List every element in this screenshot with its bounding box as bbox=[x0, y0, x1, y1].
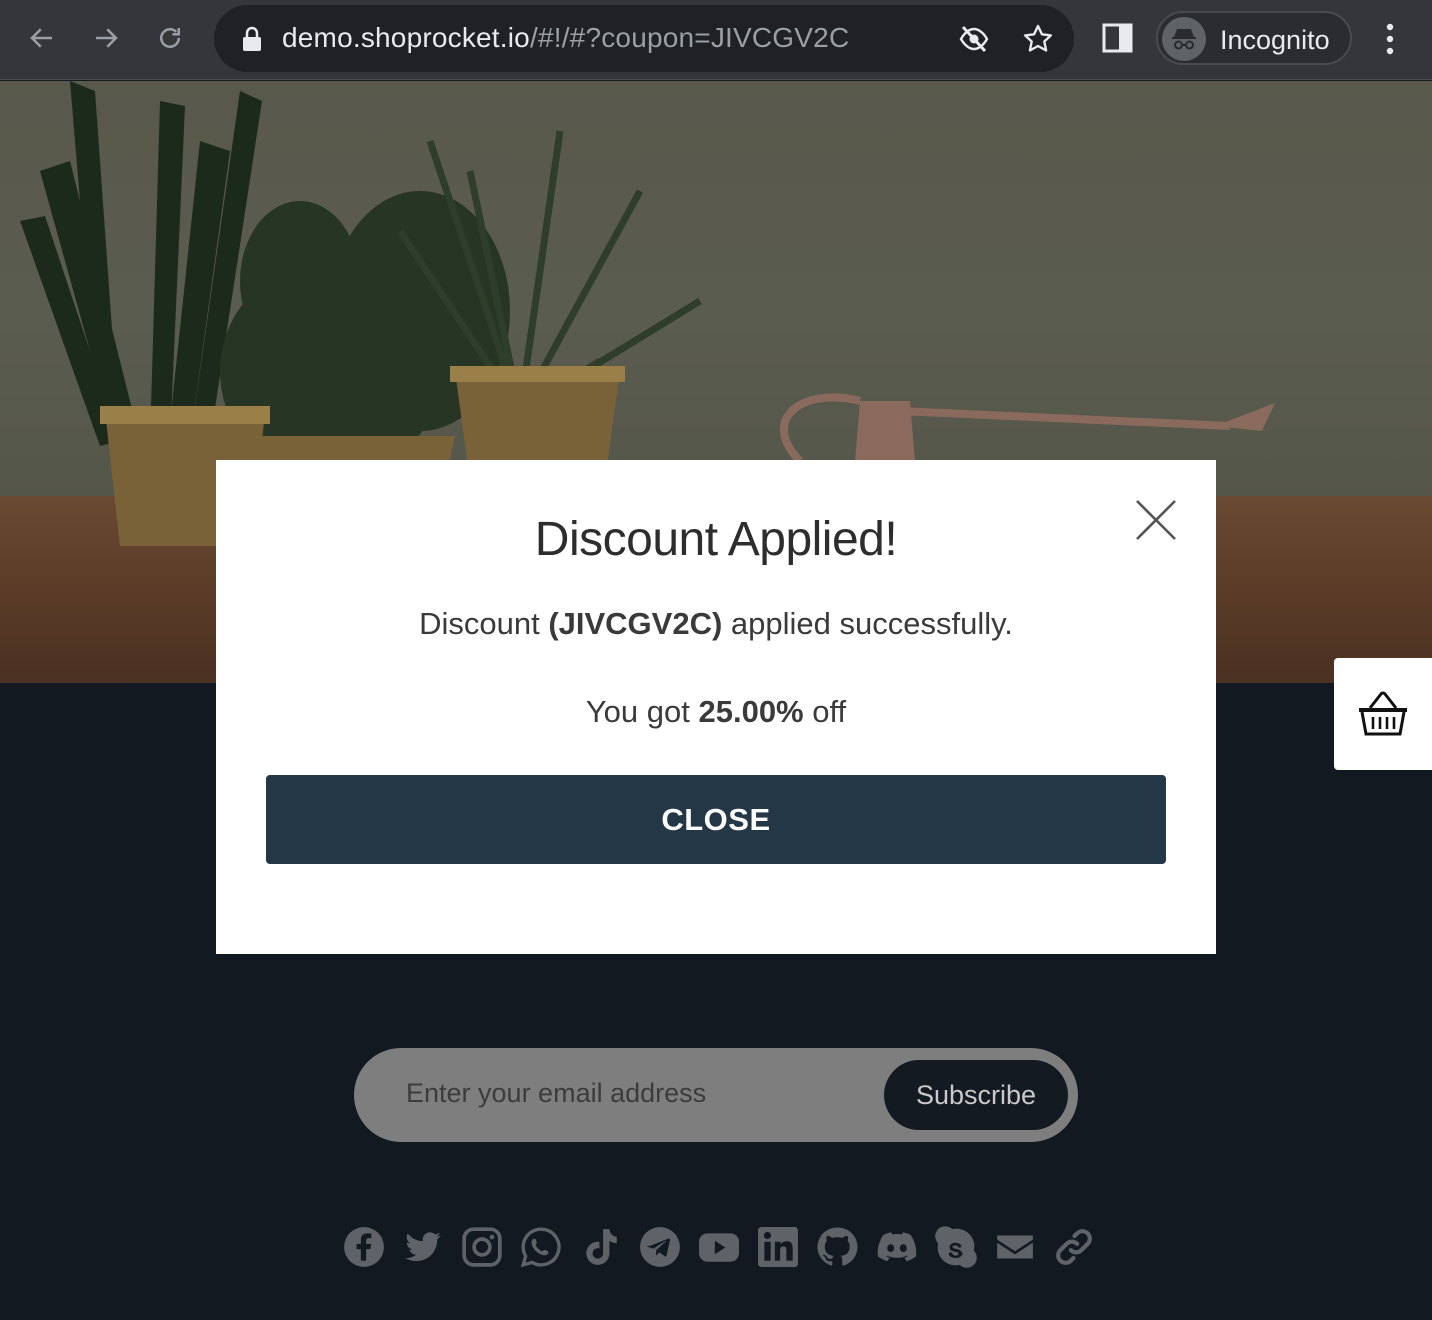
star-icon[interactable] bbox=[1022, 23, 1054, 55]
forward-button[interactable] bbox=[86, 18, 126, 58]
more-menu-icon[interactable] bbox=[1374, 20, 1406, 58]
reload-icon bbox=[160, 28, 180, 48]
arrow-right-icon bbox=[96, 28, 118, 48]
url-host: demo.shoprocket.io bbox=[282, 22, 530, 53]
incognito-label: Incognito bbox=[1220, 25, 1330, 55]
close-button[interactable]: CLOSE bbox=[266, 775, 1166, 864]
discount-amount-prefix: You got bbox=[585, 694, 699, 729]
incognito-indicator[interactable]: Incognito bbox=[1156, 11, 1352, 65]
discount-amount-suffix: off bbox=[803, 694, 847, 729]
discount-message: Discount (JIVCGV2C) applied successfully… bbox=[216, 606, 1216, 642]
arrow-left-icon bbox=[30, 28, 52, 48]
modal-title: Discount Applied! bbox=[534, 513, 898, 566]
address-bar[interactable]: demo.shoprocket.io/#!/#?coupon=JIVCGV2C bbox=[214, 5, 1074, 72]
browser-toolbar: demo.shoprocket.io/#!/#?coupon=JIVCGV2C … bbox=[0, 0, 1432, 80]
side-panel-icon[interactable] bbox=[1100, 20, 1136, 56]
discount-modal: Discount Applied! Discount (JIVCGV2C) ap… bbox=[216, 460, 1216, 954]
eye-slash-icon[interactable] bbox=[958, 23, 990, 55]
discount-amount-message: You got 25.00% off bbox=[216, 694, 1216, 730]
url-path: /#!/#?coupon=JIVCGV2C bbox=[529, 22, 850, 53]
discount-message-suffix: applied successfully. bbox=[722, 606, 1013, 641]
reload-button[interactable] bbox=[150, 18, 190, 58]
discount-message-prefix: Discount bbox=[419, 606, 549, 641]
coupon-code: (JIVCGV2C) bbox=[548, 606, 723, 641]
discount-value: 25.00% bbox=[698, 694, 804, 729]
back-button[interactable] bbox=[22, 18, 62, 58]
incognito-icon bbox=[1162, 17, 1206, 61]
lock-icon bbox=[243, 26, 261, 51]
url-text: demo.shoprocket.io/#!/#?coupon=JIVCGV2C bbox=[282, 22, 849, 54]
